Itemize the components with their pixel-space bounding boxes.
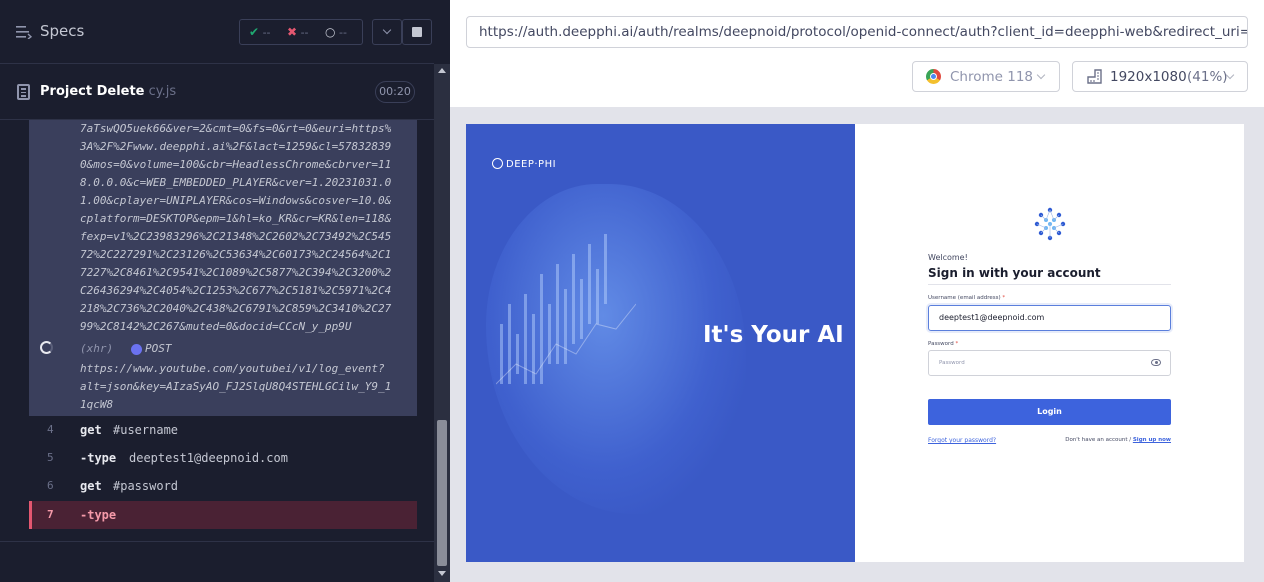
url-line: alt=json&key=AIzaSyAO_FJ2SlqU8Q4STEHLGCi… <box>80 380 392 393</box>
post-indicator-icon <box>131 344 142 355</box>
reporter-panel: Specs ✔ -- ✖ -- ○ -- Project Delete cy.j… <box>0 0 450 582</box>
command-name: get <box>80 423 102 437</box>
viewport-ruler-icon <box>1087 69 1102 84</box>
deepphi-logo[interactable]: DEEP·PHI <box>492 158 556 170</box>
browser-selector[interactable]: Chrome 118 <box>912 61 1060 92</box>
forgot-password-link[interactable]: Forgot your password? <box>928 437 996 444</box>
command-number: 4 <box>47 423 54 436</box>
command-row-type-username[interactable]: 5 -type deeptest1@deepnoid.com <box>29 444 417 472</box>
command-arg: #password <box>113 479 179 493</box>
divider <box>928 284 1171 285</box>
command-row-get-username[interactable]: 4 get #username <box>29 416 417 444</box>
eye-icon[interactable] <box>1151 359 1161 366</box>
url-line: 0&mos=0&volume=100&cbr=HeadlessChrome&cb… <box>80 158 392 171</box>
xhr-label: (xhr) <box>80 342 114 355</box>
viewport-zoom: (41%) <box>1187 69 1228 85</box>
collapse-button[interactable] <box>372 19 402 45</box>
command-name: -type <box>80 451 117 465</box>
browser-name: Chrome 118 <box>950 69 1034 85</box>
scroll-down-icon[interactable] <box>438 571 446 576</box>
stop-button[interactable] <box>402 19 432 45</box>
signup-prompt: Don't have an account / Sign up now <box>1065 437 1171 443</box>
command-row-type-password-failed[interactable]: 7 -type <box>29 501 417 529</box>
loading-spinner-icon <box>40 341 53 354</box>
login-button[interactable]: Login <box>928 399 1171 425</box>
sign-in-title: Sign in with your account <box>928 266 1101 280</box>
spec-file-name: Project Delete cy.js <box>40 84 177 99</box>
x-icon: ✖ <box>287 25 298 39</box>
command-number: 7 <box>47 508 54 521</box>
pending-circle-icon: ○ <box>325 25 336 39</box>
aut-iframe: DEEP·PHI It's Your AI Welcome! Sign in w… <box>466 124 1244 562</box>
scroll-thumb[interactable] <box>437 420 447 566</box>
test-stats: ✔ -- ✖ -- ○ -- <box>239 19 363 45</box>
username-input[interactable]: deeptest1@deepnoid.com <box>928 305 1171 331</box>
spec-timer: 00:20 <box>375 81 415 103</box>
aut-url-bar[interactable]: https://auth.deepphi.ai/auth/realms/deep… <box>466 16 1248 48</box>
deepphi-logo-icon <box>492 158 503 169</box>
url-line: https://www.youtube.com/youtubei/v1/log_… <box>80 362 385 375</box>
url-line: 72%2C227291%2C23126%2C53634%2C60173%2C24… <box>80 248 392 261</box>
specs-title[interactable]: Specs <box>40 22 84 40</box>
chevron-down-icon <box>1036 70 1046 80</box>
chrome-icon <box>926 69 941 84</box>
command-log: 7aTswQO5uek66&ver=2&cmt=0&fs=0&rt=0&euri… <box>29 120 417 541</box>
url-line: 1.00&cplayer=UNIPLAYER&cos=Windows&cosve… <box>80 194 392 207</box>
file-icon <box>17 84 30 100</box>
url-line: 218%2C736%2C2040%2C438%2C6791%2C859%2C34… <box>80 302 392 315</box>
signup-link[interactable]: Sign up now <box>1133 437 1171 443</box>
xhr-log-entry[interactable]: 7aTswQO5uek66&ver=2&cmt=0&fs=0&rt=0&euri… <box>29 120 417 416</box>
spec-file-header[interactable]: Project Delete cy.js 00:20 <box>0 64 434 120</box>
command-log-scrollbar[interactable] <box>434 64 450 582</box>
aut-panel: https://auth.deepphi.ai/auth/realms/deep… <box>450 0 1264 582</box>
command-arg: deeptest1@deepnoid.com <box>129 451 288 465</box>
viewport-selector[interactable]: 1920x1080 (41%) <box>1072 61 1248 92</box>
url-line: 8.0.0.0&c=WEB_EMBEDDED_PLAYER&cver=1.202… <box>80 176 392 189</box>
scroll-up-icon[interactable] <box>438 68 446 73</box>
url-line: fexp=v1%2C23983296%2C21348%2C2602%2C7349… <box>80 230 392 243</box>
url-line: 3A%2F%2Fwww.deepphi.ai%2F&lact=1259&cl=5… <box>80 140 392 153</box>
menu-icon[interactable] <box>16 25 32 39</box>
chevron-down-icon <box>382 25 392 35</box>
aut-toolbar: https://auth.deepphi.ai/auth/realms/deep… <box>450 0 1264 107</box>
login-form: Welcome! Sign in with your account Usern… <box>928 124 1171 562</box>
hero-panel: DEEP·PHI It's Your AI <box>466 124 855 562</box>
passed-stat: ✔ -- <box>249 25 271 39</box>
command-number: 6 <box>47 479 54 492</box>
check-icon: ✔ <box>249 25 260 39</box>
hero-chart-graphic <box>496 234 636 385</box>
url-line: 99%2C8142%2C267&muted=0&docid=CCcN_y_pp9… <box>80 320 352 333</box>
password-label: Password * <box>928 341 959 347</box>
welcome-text: Welcome! <box>928 253 968 262</box>
hero-title: It's Your AI <box>703 322 844 348</box>
url-line: cplatform=DESKTOP&epm=1&hl=ko_KR&cr=KR&l… <box>80 212 392 225</box>
command-number: 5 <box>47 451 54 464</box>
url-line: 1qcW8 <box>80 398 114 411</box>
command-name: -type <box>80 508 117 522</box>
viewport-size: 1920x1080 <box>1110 69 1187 85</box>
specs-header: Specs ✔ -- ✖ -- ○ -- <box>0 0 434 64</box>
username-label: Username (email address) * <box>928 295 1006 301</box>
command-row-get-password[interactable]: 6 get #password <box>29 472 417 500</box>
pending-stat: ○ -- <box>325 25 347 39</box>
command-arg: #username <box>113 423 179 437</box>
command-name: get <box>80 479 102 493</box>
stop-icon <box>412 27 422 37</box>
deepphi-network-logo-icon <box>1034 207 1066 241</box>
url-line: 7227%2C8461%2C9541%2C1089%2C5877%2C394%2… <box>80 266 392 279</box>
previous-request-url: 7aTswQO5uek66&ver=2&cmt=0&fs=0&rt=0&euri… <box>80 120 414 336</box>
failed-stat: ✖ -- <box>287 25 309 39</box>
password-input[interactable]: Password <box>928 350 1171 376</box>
url-line: 7aTswQO5uek66&ver=2&cmt=0&fs=0&rt=0&euri… <box>80 122 392 135</box>
xhr-url: https://www.youtube.com/youtubei/v1/log_… <box>80 360 414 414</box>
url-line: C26436294%2C4054%2C1253%2C677%2C5181%2C5… <box>80 284 392 297</box>
xhr-method: POST <box>145 342 172 355</box>
divider <box>0 541 434 542</box>
